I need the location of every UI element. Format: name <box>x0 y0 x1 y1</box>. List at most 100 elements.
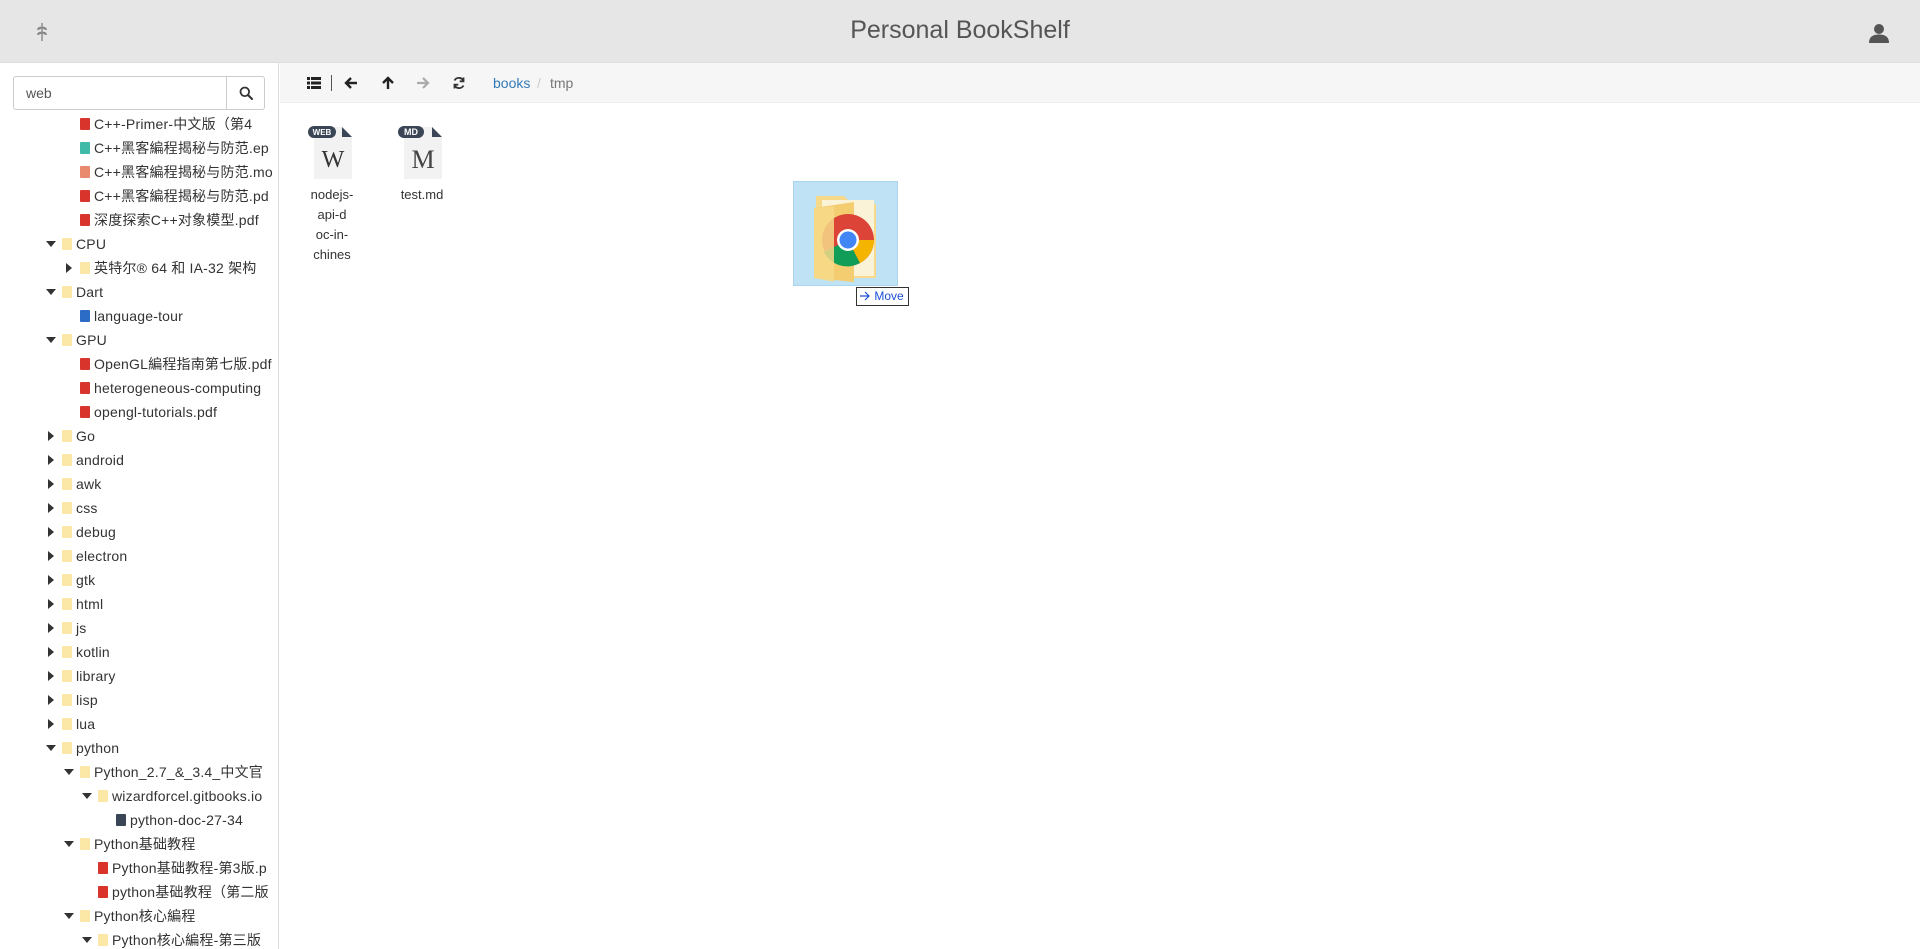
tree-file[interactable]: python-doc-27-34 <box>0 808 274 832</box>
folder-icon <box>62 454 72 466</box>
tree-item-label: electron <box>76 548 128 564</box>
search-icon <box>239 86 253 100</box>
arrow-left-icon <box>344 77 357 89</box>
tree-folder[interactable]: 英特尔® 64 和 IA-32 架构 <box>0 256 274 280</box>
pdf-file-icon <box>80 118 90 130</box>
tree-folder[interactable]: debug <box>0 520 274 544</box>
tree-file[interactable]: opengl-tutorials.pdf <box>0 400 274 424</box>
refresh-icon <box>453 77 465 89</box>
tree-folder[interactable]: awk <box>0 472 274 496</box>
tree-file[interactable]: python基础教程（第二版 <box>0 880 274 904</box>
refresh-button[interactable] <box>447 71 471 95</box>
caret-right-icon[interactable] <box>45 688 57 712</box>
search-input[interactable] <box>13 76 227 110</box>
tree-folder[interactable]: CPU <box>0 232 274 256</box>
caret-right-icon[interactable] <box>45 448 57 472</box>
pdf-file-icon <box>80 406 90 418</box>
tree-folder[interactable]: android <box>0 448 274 472</box>
caret-right-icon[interactable] <box>45 712 57 736</box>
tree-folder[interactable]: Python核心編程-第三版 <box>0 928 274 949</box>
tree-folder[interactable]: electron <box>0 544 274 568</box>
forward-button[interactable] <box>411 71 435 95</box>
tree-item-label: js <box>76 620 87 636</box>
tree-file[interactable]: language-tour <box>0 304 274 328</box>
back-button[interactable] <box>339 71 363 95</box>
caret-down-icon[interactable] <box>45 736 57 760</box>
toolbar-divider <box>331 75 332 91</box>
tree-item-label: python <box>76 740 120 756</box>
search-button[interactable] <box>226 76 265 110</box>
tree-folder[interactable]: Python_2.7_&_3.4_中文官 <box>0 760 274 784</box>
file-item[interactable]: WEB W nodejs-api-d oc-in-chines <box>300 119 364 265</box>
caret-down-icon[interactable] <box>81 784 93 808</box>
tree-file[interactable]: heterogeneous-computing <box>0 376 274 400</box>
tree-folder[interactable]: Go <box>0 424 274 448</box>
tree-item-label: kotlin <box>76 644 110 660</box>
tree-folder[interactable]: lisp <box>0 688 274 712</box>
tree-item-label: css <box>76 500 98 516</box>
caret-right-icon[interactable] <box>45 664 57 688</box>
caret-down-icon[interactable] <box>63 760 75 784</box>
list-view-button[interactable] <box>302 71 326 95</box>
caret-right-icon[interactable] <box>45 568 57 592</box>
tree-folder[interactable]: kotlin <box>0 640 274 664</box>
file-name: nodejs-api-d <box>310 187 354 222</box>
caret-down-icon[interactable] <box>45 280 57 304</box>
file-item[interactable]: MD M test.md <box>390 119 454 205</box>
caret-down-icon[interactable] <box>63 832 75 856</box>
caret-down-icon[interactable] <box>81 928 93 949</box>
tree-file[interactable]: C++黑客編程揭秘与防范.mo <box>0 160 274 184</box>
folder-icon <box>80 910 90 922</box>
move-tooltip: Move <box>856 287 909 306</box>
tree-item-label: html <box>76 596 104 612</box>
tree-folder[interactable]: html <box>0 592 274 616</box>
caret-down-icon[interactable] <box>45 232 57 256</box>
tree-file[interactable]: 深度探索C++对象模型.pdf <box>0 208 274 232</box>
toolbar: books / tmp <box>280 63 1920 103</box>
tree-folder[interactable]: Dart <box>0 280 274 304</box>
tree-folder[interactable]: lua <box>0 712 274 736</box>
tree-file[interactable]: C++黑客編程揭秘与防范.pd <box>0 184 274 208</box>
folder-icon <box>62 502 72 514</box>
caret-right-icon[interactable] <box>45 520 57 544</box>
folder-icon <box>62 694 72 706</box>
folder-icon <box>62 670 72 682</box>
tree-folder[interactable]: wizardforcel.gitbooks.io <box>0 784 274 808</box>
caret-right-icon[interactable] <box>45 496 57 520</box>
tree-folder[interactable]: GPU <box>0 328 274 352</box>
tree-folder[interactable]: js <box>0 616 274 640</box>
tree-folder[interactable]: Python核心編程 <box>0 904 274 928</box>
tree-folder[interactable]: python <box>0 736 274 760</box>
caret-right-icon[interactable] <box>45 544 57 568</box>
pdf-file-icon <box>98 862 108 874</box>
caret-right-icon[interactable] <box>63 256 75 280</box>
svg-text:MD: MD <box>404 127 418 137</box>
user-icon[interactable] <box>1868 22 1890 44</box>
tree-folder[interactable]: library <box>0 664 274 688</box>
caret-down-icon[interactable] <box>63 904 75 928</box>
caret-right-icon[interactable] <box>45 592 57 616</box>
tree-file[interactable]: C++-Primer-中文版（第4 <box>0 112 274 136</box>
tree-item-label: awk <box>76 476 102 492</box>
caret-right-icon[interactable] <box>45 616 57 640</box>
tree-item-label: Go <box>76 428 96 444</box>
move-tooltip-label: Move <box>874 289 904 303</box>
tree-item-label: debug <box>76 524 116 540</box>
caret-down-icon[interactable] <box>45 328 57 352</box>
tree-folder[interactable]: gtk <box>0 568 274 592</box>
svg-text:WEB: WEB <box>313 128 332 137</box>
caret-right-icon[interactable] <box>45 640 57 664</box>
tree-file[interactable]: C++黑客編程揭秘与防范.ep <box>0 136 274 160</box>
tree-item-label: GPU <box>76 332 107 348</box>
breadcrumb-root[interactable]: books <box>493 75 530 91</box>
tree-file[interactable]: Python基础教程-第3版.p <box>0 856 274 880</box>
mobi-file-icon <box>80 166 90 178</box>
caret-right-icon[interactable] <box>45 424 57 448</box>
up-button[interactable] <box>376 71 400 95</box>
tree-folder[interactable]: Python基础教程 <box>0 832 274 856</box>
caret-right-icon[interactable] <box>45 472 57 496</box>
tree-item-label: wizardforcel.gitbooks.io <box>112 788 263 804</box>
folder-icon <box>62 742 72 754</box>
tree-file[interactable]: OpenGL編程指南第七版.pdf <box>0 352 274 376</box>
tree-folder[interactable]: css <box>0 496 274 520</box>
